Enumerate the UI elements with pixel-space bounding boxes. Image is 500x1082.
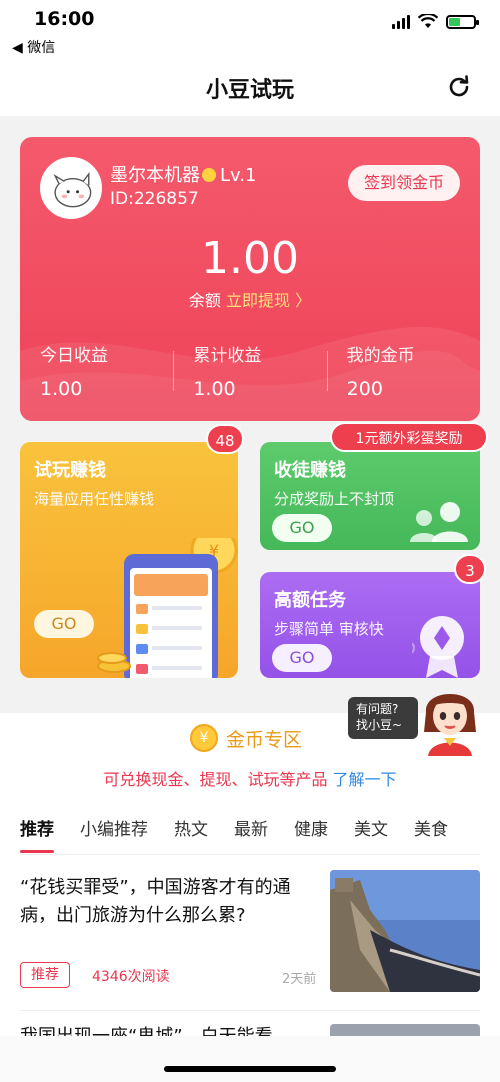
divider — [173, 351, 175, 391]
balance-label: 余额 — [188, 291, 221, 310]
coin-icon — [202, 168, 216, 182]
status-time: 16:00 — [34, 8, 95, 30]
category-tabs: 推荐 小编推荐 热文 最新 健康 美文 美食 — [20, 815, 480, 855]
account-card: 墨尔本机器 Lv.1 ID:226857 签到领金币 1.00 余额 立即提现 〉… — [20, 137, 480, 421]
status-icons — [392, 14, 479, 30]
divider — [326, 351, 328, 391]
card-desc: 分成奖励上不封顶 — [274, 490, 395, 508]
tab-recommend[interactable]: 推荐 — [20, 815, 54, 854]
avatar[interactable] — [40, 157, 102, 219]
nav-bar: 小豆试玩 — [0, 60, 500, 116]
tab-food[interactable]: 美食 — [414, 815, 448, 854]
card-desc: 步骤简单 审核快 — [274, 620, 384, 638]
trial-count-badge: 48 — [206, 424, 244, 454]
coin-zone-title: ¥ 金币专区 — [190, 724, 302, 752]
tab-hot[interactable]: 热文 — [174, 815, 208, 854]
high-task-go-button[interactable]: GO — [272, 644, 332, 672]
trial-go-button[interactable]: GO — [34, 610, 94, 638]
balance-row: 余额 立即提现 〉 — [20, 287, 480, 311]
helper-bubble[interactable]: 有问题? 找小豆~ — [348, 697, 418, 739]
balance-amount: 1.00 — [201, 233, 299, 284]
high-task-count-badge: 3 — [454, 554, 486, 584]
user-level: Lv.1 — [220, 165, 257, 186]
article-thumbnail — [330, 870, 480, 992]
stat-label: 今日收益 — [40, 346, 108, 366]
username-text: 墨尔本机器 — [110, 165, 200, 186]
back-to-wechat-link[interactable]: ◀ 微信 — [12, 37, 55, 57]
checkin-button[interactable]: 签到领金币 — [348, 165, 460, 201]
status-bar: 16:00 ◀ 微信 — [0, 0, 500, 60]
article-time: 2天前 — [282, 972, 317, 987]
stats-row: 今日收益 1.00 累计收益 1.00 我的金币 200 — [20, 341, 480, 401]
stat-label: 我的金币 — [346, 346, 415, 366]
phone-illustration: ¥ — [97, 538, 238, 678]
stat-value: 1.00 — [193, 378, 236, 400]
stat-coins[interactable]: 我的金币 200 — [326, 341, 480, 401]
page-title: 小豆试玩 — [205, 78, 294, 103]
tab-latest[interactable]: 最新 — [234, 815, 268, 854]
helper-avatar-icon[interactable] — [418, 680, 482, 756]
user-id: ID:226857 — [110, 189, 199, 209]
article-reads: 4346次阅读 — [92, 969, 170, 985]
coin-icon: ¥ — [190, 724, 218, 752]
coin-zone-desc: 可兑换现金、提现、试玩等产品 — [103, 770, 328, 789]
refresh-icon[interactable] — [446, 74, 472, 100]
card-desc: 海量应用任性赚钱 — [34, 490, 155, 508]
stat-total[interactable]: 累计收益 1.00 — [173, 341, 326, 401]
article-item[interactable]: “花钱买罪受”，中国游客才有的通病，出门旅游为什么那么累? 推荐 4346次阅读… — [20, 870, 480, 995]
coin-zone-label: 金币专区 — [226, 728, 303, 751]
high-task-card[interactable]: 高额任务 步骤简单 审核快 GO — [260, 572, 480, 678]
stat-value: 1.00 — [40, 378, 83, 400]
tab-essays[interactable]: 美文 — [354, 815, 388, 854]
stat-value: 200 — [346, 378, 383, 400]
tab-health[interactable]: 健康 — [294, 815, 328, 854]
home-indicator[interactable] — [164, 1066, 336, 1072]
helper-line: 找小豆~ — [356, 718, 403, 732]
signal-icon — [392, 15, 410, 29]
users-icon — [410, 502, 468, 542]
helper-line: 有问题? — [356, 702, 399, 716]
trial-card[interactable]: 试玩赚钱 海量应用任性赚钱 ¥ GO — [20, 442, 238, 678]
coin-zone-subtitle: 可兑换现金、提现、试玩等产品 了解一下 — [0, 766, 500, 790]
username: 墨尔本机器 Lv.1 — [110, 161, 256, 187]
card-title: 高额任务 — [274, 590, 346, 611]
divider — [20, 1010, 480, 1011]
stat-label: 累计收益 — [193, 346, 262, 366]
stat-today[interactable]: 今日收益 1.00 — [20, 341, 173, 401]
card-title: 收徒赚钱 — [274, 460, 346, 481]
apprentice-go-button[interactable]: GO — [272, 514, 332, 542]
article-title: “花钱买罪受”，中国游客才有的通病，出门旅游为什么那么累? — [20, 877, 291, 926]
apprentice-reward-badge: 1元额外彩蛋奖励 — [330, 422, 488, 452]
bottom-safe-area — [0, 1036, 500, 1082]
medal-icon — [412, 616, 464, 678]
wifi-icon — [418, 14, 438, 28]
apprentice-card[interactable]: 收徒赚钱 分成奖励上不封顶 GO — [260, 442, 480, 550]
withdraw-link[interactable]: 立即提现 〉 — [226, 291, 311, 310]
tab-editor-picks[interactable]: 小编推荐 — [80, 815, 148, 854]
card-title: 试玩赚钱 — [34, 460, 106, 481]
article-tag: 推荐 — [20, 962, 70, 988]
battery-icon — [446, 15, 479, 29]
learn-more-link[interactable]: 了解一下 — [333, 770, 397, 789]
